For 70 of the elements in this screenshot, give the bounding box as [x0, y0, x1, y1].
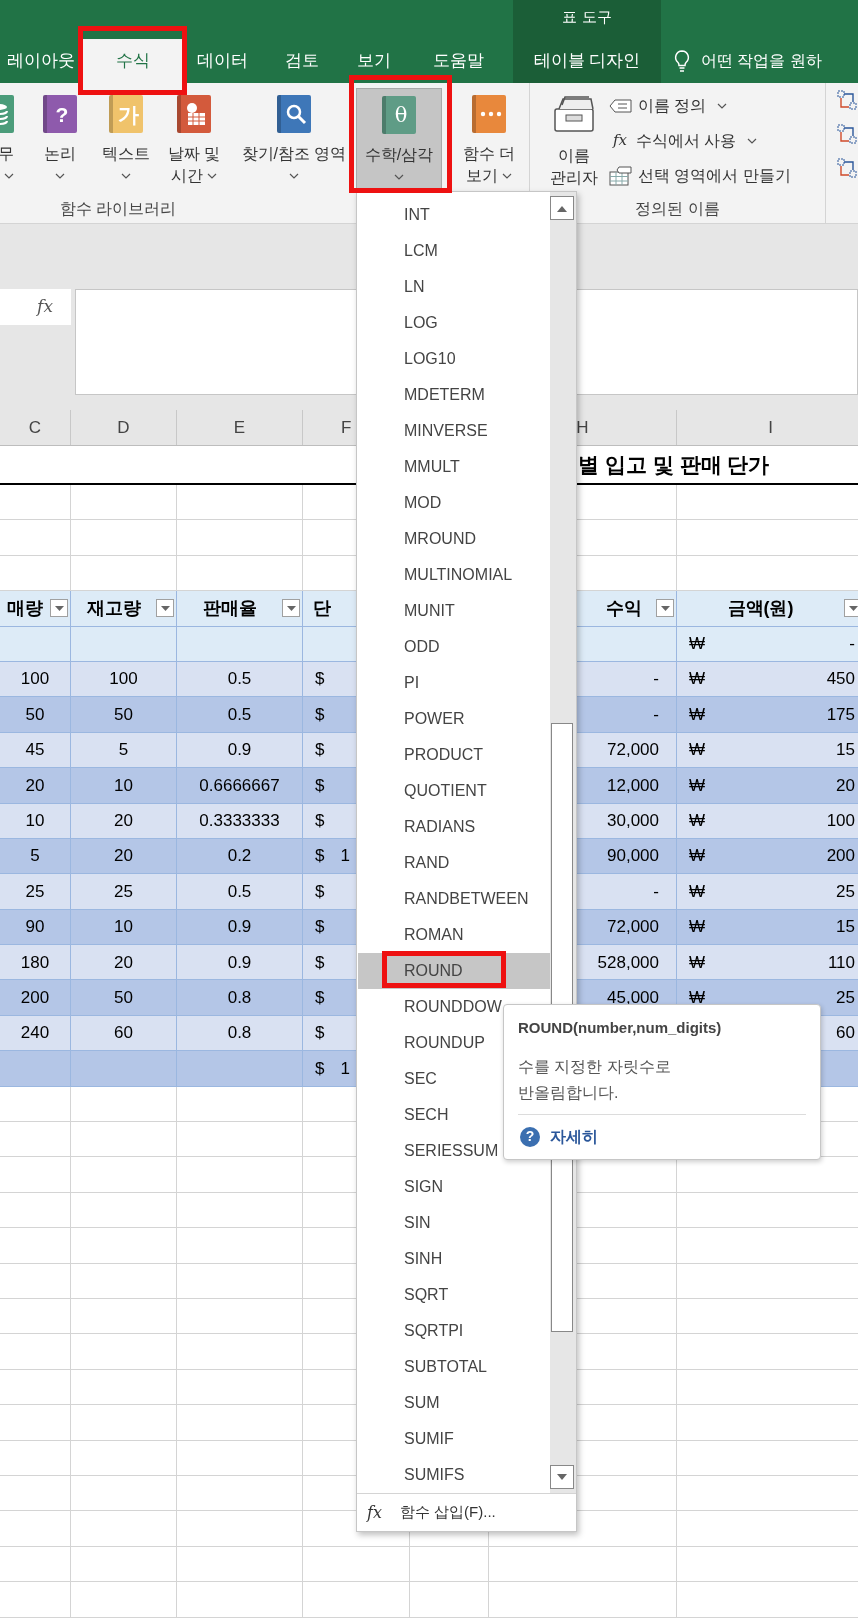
currency-sign: $: [315, 809, 325, 832]
table-cell: 0.8: [177, 980, 303, 1016]
table-cell: 0.3333333: [177, 803, 303, 839]
table-cell: 20: [0, 768, 71, 804]
table-cell: 0.5: [177, 874, 303, 910]
amount: 20: [836, 774, 855, 797]
currency-sign: $: [315, 880, 325, 903]
currency-sign: ₩: [689, 668, 706, 691]
currency-sign: ₩: [689, 809, 706, 832]
amount: 175: [826, 703, 855, 726]
tooltip-title: ROUND(number,num_digits): [518, 1018, 723, 1038]
table-cell: 50: [71, 697, 177, 733]
tooltip-description: 수를 지정한 자릿수로 반올림합니다.: [518, 1056, 672, 1103]
currency-sign: ₩: [689, 845, 706, 868]
fx-icon: fx: [609, 129, 631, 152]
currency-sign: ₩: [689, 986, 706, 1009]
currency-sign: ₩: [689, 633, 706, 655]
currency-sign: $: [315, 951, 325, 974]
amount: 110: [827, 951, 855, 974]
currency-sign: ₩: [689, 951, 706, 974]
column-title: 재고량: [86, 596, 141, 620]
currency-sign: $: [315, 703, 325, 726]
table-cell: 50: [0, 697, 71, 733]
help-icon: ?: [520, 1126, 540, 1147]
amount: 60: [836, 1022, 855, 1045]
group-label: 함수 라이브러리: [60, 199, 177, 219]
column-title: 금액(원): [727, 596, 794, 620]
currency-sign: ₩: [689, 703, 706, 726]
currency-sign: $: [315, 1022, 325, 1045]
currency-sign: $: [315, 668, 325, 691]
amount: 1: [340, 1057, 350, 1080]
table-cell: 25: [0, 874, 71, 910]
table-cell: 200: [0, 980, 71, 1016]
amount: -: [849, 633, 855, 655]
table-cell: 0.5: [177, 697, 303, 733]
currency-sign: $: [315, 1057, 325, 1080]
amount: 15: [836, 916, 855, 939]
currency-sign: ₩: [689, 916, 706, 939]
amount: 450: [826, 668, 855, 691]
currency-sign: $: [315, 845, 325, 868]
currency-sign: $: [315, 774, 325, 797]
currency-sign: $: [315, 986, 325, 1009]
currency-sign: $: [315, 739, 325, 762]
table-cell: 50: [71, 980, 177, 1016]
letter-book-icon: 가: [109, 95, 143, 133]
amount: 25: [836, 880, 855, 903]
question-book-icon: ?: [43, 95, 77, 133]
sheet-title: 별 입고 및 판매 단가: [578, 451, 770, 478]
theta-book-icon: θ: [382, 96, 416, 134]
currency-sign: ₩: [689, 880, 706, 903]
amount: 15: [836, 739, 855, 762]
amount: 25: [836, 986, 855, 1009]
group-label: 정의된 이름: [635, 199, 720, 219]
table-cell: 0.6666667: [177, 768, 303, 804]
amount: 1: [340, 845, 350, 868]
currency-sign: ₩: [689, 739, 706, 762]
table-cell: 25: [71, 874, 177, 910]
column-title: 단: [313, 596, 331, 620]
table-cell: 10: [71, 768, 177, 804]
table-cell: 20: [71, 803, 177, 839]
context-group-label: 표 도구: [562, 7, 612, 27]
amount: 200: [826, 845, 855, 868]
column-title: 수익: [606, 596, 642, 620]
column-title: 판매율: [202, 596, 257, 620]
table-cell: 10: [0, 803, 71, 839]
column-title: 매량: [7, 596, 43, 620]
currency-sign: $: [315, 916, 325, 939]
fx-icon: fx: [367, 1500, 382, 1525]
amount: 100: [826, 809, 855, 832]
currency-sign: ₩: [689, 774, 706, 797]
